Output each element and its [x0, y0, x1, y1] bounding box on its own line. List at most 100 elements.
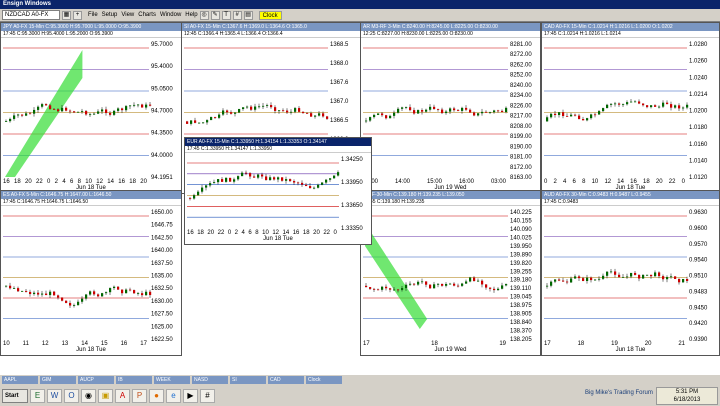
minimized-window-tab[interactable]: GIM	[40, 376, 76, 384]
price-axis-label: 139.045	[510, 295, 532, 301]
price-chart[interactable]: 1650.00 1646.75 1642.50 1640.00 1637.50 1635.…	[1, 206, 182, 356]
candle-body	[369, 117, 372, 121]
clock-button[interactable]: Clock	[258, 10, 282, 20]
draw-icon[interactable]: ✎	[210, 10, 220, 20]
candle-body	[586, 118, 589, 121]
time-tick-label: 10	[3, 341, 10, 347]
text-icon[interactable]: T	[221, 10, 231, 20]
minimized-window-tab[interactable]: NASD	[192, 376, 228, 384]
chart-window-title[interactable]: SI A0-FX 15-Min C:1367.6 H:1369.0 L:1364…	[182, 23, 360, 31]
chart-window-title[interactable]: EUR A0-FX 15-Min C:1.33950 H:1.34154 L:1…	[185, 138, 371, 146]
chart-window[interactable]: AR M3-RF 3-Min C:8240.00 H:8245.00 L:822…	[360, 22, 541, 194]
chart-window-title[interactable]: AR M3-RF 3-Min C:8240.00 H:8245.00 L:822…	[361, 23, 540, 31]
time-tick-label: 20	[25, 179, 32, 185]
minimized-window-tab[interactable]: Clock	[306, 376, 342, 384]
candle-body	[294, 108, 297, 112]
media-icon[interactable]: ▶	[183, 389, 198, 403]
minimized-window-tab[interactable]: WEEK	[154, 376, 190, 384]
minimized-window-tab[interactable]: CAD	[268, 376, 304, 384]
chart-window-title[interactable]: CAD A0-FX 15-Min C:1.0214 H:1.0216 L:1.0…	[542, 23, 719, 31]
candle-body	[314, 115, 317, 117]
excel-icon[interactable]: E	[30, 389, 45, 403]
menu-window[interactable]: Window	[160, 12, 181, 18]
candle-body	[634, 272, 637, 275]
time-tick-label: 22	[668, 179, 676, 185]
print-icon[interactable]: ▤	[243, 10, 253, 20]
price-chart[interactable]: 95.7000 95.4000 95.0500 94.7000 94.3500 94.00…	[1, 38, 182, 194]
candle-body	[562, 280, 565, 282]
candle-body	[289, 179, 292, 182]
powerpoint-icon[interactable]: P	[132, 389, 147, 403]
candle-body	[117, 286, 120, 290]
time-tick-label: 10	[591, 179, 599, 185]
price-axis-label: 8240.00	[510, 83, 532, 89]
minimized-window-tab[interactable]: IB	[116, 376, 152, 384]
time-tick-label: 2	[54, 179, 58, 185]
candle-body	[377, 289, 380, 291]
chart-window[interactable]: JPY A0-FX 15-Min C:95.3000 H:95.7000 L:9…	[0, 22, 182, 194]
menu-setup[interactable]: Setup	[102, 12, 118, 18]
candle-body	[373, 288, 376, 290]
minimized-window-tab[interactable]: AUCP	[78, 376, 114, 384]
candle-body	[662, 102, 665, 107]
chart-window-title[interactable]: JPY A0-FX 15-Min C:95.3000 H:95.7000 L:9…	[1, 23, 181, 31]
candle-body	[97, 111, 100, 114]
price-axis-label: 1632.50	[151, 286, 173, 292]
minimized-window-tab[interactable]: AAPL	[2, 376, 38, 384]
ensign-icon[interactable]: ◉	[81, 389, 96, 403]
time-axis: 10 11 12 13 14 15 16 17 Jun 18 Tue	[3, 341, 179, 355]
price-chart[interactable]: 140.225 140.155 140.090 140.025 139.950 139.8…	[361, 206, 541, 356]
calc-icon[interactable]: #	[200, 389, 215, 403]
outlook-icon[interactable]: O	[64, 389, 79, 403]
symbol-input[interactable]: NZDCAD A0-FX	[2, 10, 60, 20]
ie-icon[interactable]: e	[166, 389, 181, 403]
chart-window[interactable]: AUD A0-FX 30-Min C:0.9483 H:0.9487 L:0.9…	[541, 190, 720, 356]
candle-body	[257, 174, 260, 178]
word-icon[interactable]: W	[47, 389, 62, 403]
menu-file[interactable]: File	[88, 12, 98, 18]
tool-icon[interactable]: ◎	[199, 10, 209, 20]
start-button[interactable]: Start	[2, 389, 28, 403]
explorer-icon[interactable]: ▣	[98, 389, 113, 403]
chart-window[interactable]: ES A0-FX 5-Min C:1646.75 H:1647.00 L:164…	[0, 190, 182, 356]
grid-icon[interactable]: #	[232, 10, 242, 20]
candle-body	[17, 288, 20, 292]
chart-window[interactable]: CAD A0-FX 15-Min C:1.0214 H:1.0216 L:1.0…	[541, 22, 720, 194]
chart-window-title[interactable]: AI 3F-30-Min C:139.180 H:139.235 L:139.0…	[361, 191, 540, 199]
time-tick-label: 22	[36, 179, 43, 185]
candle-body	[45, 104, 48, 106]
menu-help[interactable]: Help	[185, 12, 197, 18]
chart-window-title[interactable]: ES A0-FX 5-Min C:1646.75 H:1647.00 L:164…	[1, 191, 181, 199]
price-axis-label: 139.110	[510, 286, 532, 292]
candle-body	[322, 113, 325, 117]
candle-body	[449, 283, 452, 285]
candle-body	[290, 111, 293, 113]
time-tick-label: 6	[248, 230, 252, 236]
chart-icon[interactable]: ▦	[62, 10, 71, 20]
chart-window[interactable]: AI 3F-30-Min C:139.180 H:139.235 L:139.0…	[360, 190, 541, 356]
candle-body	[29, 291, 32, 295]
system-clock[interactable]: 5:31 PM 6/18/2013	[656, 387, 718, 405]
candle-body	[453, 108, 456, 111]
candle-body	[89, 291, 92, 295]
menu-view[interactable]: View	[121, 12, 134, 18]
zoom-icon[interactable]: +	[73, 10, 82, 20]
acrobat-icon[interactable]: A	[115, 389, 130, 403]
price-chart[interactable]: 0.9630 0.9600 0.9570 0.9540 0.9510 0.9483 0.94…	[542, 206, 720, 356]
time-tick-label: 16	[3, 179, 10, 185]
price-axis-label: 1642.50	[151, 235, 173, 241]
price-axis-label: 140.225	[510, 210, 532, 216]
candle-body	[662, 276, 665, 280]
price-chart[interactable]: 1.0280 1.0260 1.0240 1.0214 1.0200 1.0180 1.01…	[542, 38, 720, 194]
chart-ohlc-info: 17:45 C:95.3000 H:95.4000 L:95.2000 O:95…	[1, 31, 181, 38]
candle-body	[650, 274, 653, 277]
chart-ohlc-info: 17:45 C:139.180 H:139.235	[361, 199, 540, 206]
chart-window-title[interactable]: AUD A0-FX 30-Min C:0.9483 H:0.9487 L:0.9…	[542, 191, 719, 199]
price-chart[interactable]: 8281.00 8272.00 8262.00 8252.00 8240.00 8234.…	[361, 38, 541, 194]
time-tick-label: 0	[333, 230, 337, 236]
price-axis-label: 0.9510	[689, 274, 708, 280]
minimized-window-tab[interactable]: SI	[230, 376, 266, 384]
menu-charts[interactable]: Charts	[138, 12, 156, 18]
firefox-icon[interactable]: ●	[149, 389, 164, 403]
chart-window[interactable]: EUR A0-FX 15-Min C:1.33950 H:1.34154 L:1…	[184, 137, 372, 245]
